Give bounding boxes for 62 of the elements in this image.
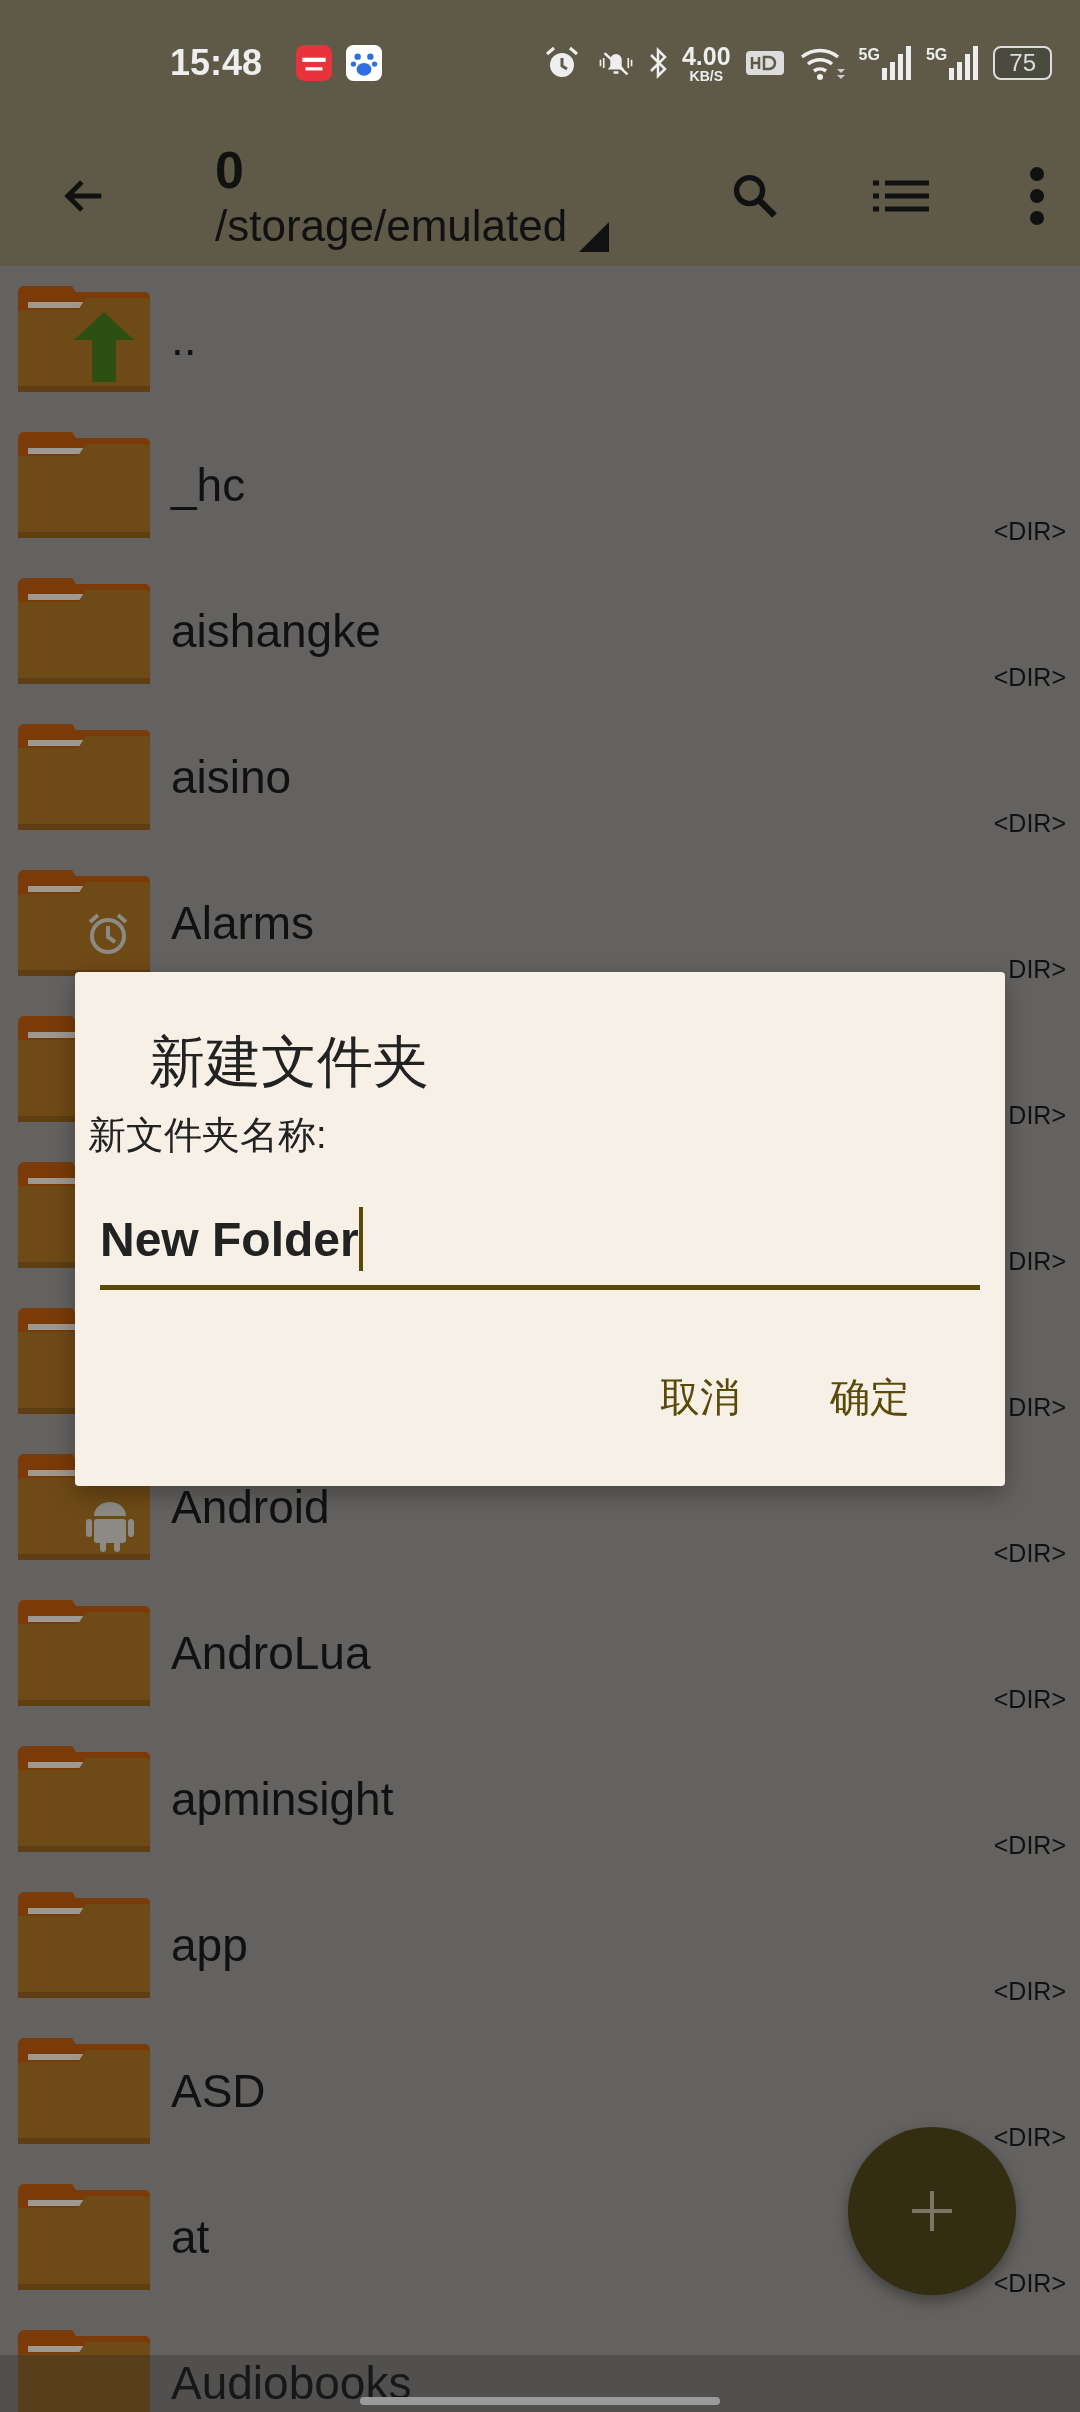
folder-name[interactable]: aisino (171, 750, 292, 804)
folder-icon (18, 723, 150, 831)
directory-label: <DIR> (993, 663, 1066, 692)
folder-icon (18, 1599, 150, 1707)
folder-name[interactable]: aishangke (171, 604, 381, 658)
directory-label: DIR> (1008, 1393, 1066, 1422)
list-view-icon[interactable] (873, 180, 929, 212)
field-label: 新文件夹名称: (88, 1113, 328, 1158)
folder-icon (18, 2183, 150, 2291)
network-type: 5G (858, 46, 880, 64)
directory-label: <DIR> (993, 809, 1066, 838)
confirm-button[interactable]: 确定 (830, 1360, 910, 1435)
folder-icon (18, 2329, 150, 2412)
more-options-icon[interactable] (1029, 166, 1045, 226)
folder-name[interactable]: .. (171, 312, 197, 366)
directory-label: <DIR> (993, 1831, 1066, 1860)
directory-label: <DIR> (993, 517, 1066, 546)
directory-label: DIR> (1008, 955, 1066, 984)
plus-icon (912, 2191, 952, 2231)
directory-label: <DIR> (993, 1977, 1066, 2006)
folder-name[interactable]: Alarms (171, 896, 315, 950)
folder-name[interactable]: apminsight (171, 1772, 394, 1826)
folder-icon (18, 431, 150, 539)
path-dropdown[interactable]: /storage/emulated (215, 200, 568, 252)
folder-name[interactable]: Audiobooks (171, 2356, 412, 2410)
paw-icon (346, 45, 383, 81)
directory-label: DIR> (1008, 1247, 1066, 1276)
toolbar-title: 0 (215, 140, 245, 201)
folder-icon (18, 1015, 75, 1123)
folder-name[interactable]: AndroLua (171, 1626, 371, 1680)
folder-name[interactable]: at (171, 2210, 210, 2264)
bluetooth-icon (647, 45, 668, 81)
directory-label: <DIR> (993, 2123, 1066, 2152)
network-type: 5G (925, 46, 948, 64)
app-notification-icon (296, 45, 333, 81)
folder-icon (18, 285, 150, 393)
folder-icon (18, 869, 150, 977)
folder-icon (18, 577, 150, 685)
dialog-title: 新建文件夹 (149, 1034, 430, 1090)
directory-label: <DIR> (993, 1539, 1066, 1568)
hd-voice-icon (744, 49, 785, 77)
folder-name[interactable]: _hc (171, 458, 246, 512)
signal-bars-icon (881, 46, 912, 80)
directory-label: <DIR> (993, 2269, 1066, 2298)
folder-icon (18, 1891, 150, 1999)
folder-name[interactable]: app (171, 1918, 248, 1972)
directory-label: DIR> (1008, 1101, 1066, 1130)
speed-unit: KB/S (689, 68, 723, 83)
battery-indicator: 75 (993, 46, 1052, 80)
folder-icon (18, 1745, 150, 1853)
folder-icon (18, 1307, 75, 1415)
directory-label: <DIR> (993, 1685, 1066, 1714)
folder-name[interactable]: ASD (171, 2064, 266, 2118)
folder-name-field[interactable]: New Folder (100, 1203, 980, 1290)
dropdown-triangle-icon[interactable] (579, 222, 610, 252)
folder-icon (18, 2037, 150, 2145)
gesture-handle[interactable] (360, 2397, 720, 2405)
clock-time: 15:48 (170, 42, 263, 84)
folder-icon (18, 1161, 75, 1269)
signal-bars-icon (949, 46, 980, 80)
network-speed: 4.00 (681, 43, 731, 69)
cancel-button[interactable]: 取消 (660, 1360, 740, 1435)
